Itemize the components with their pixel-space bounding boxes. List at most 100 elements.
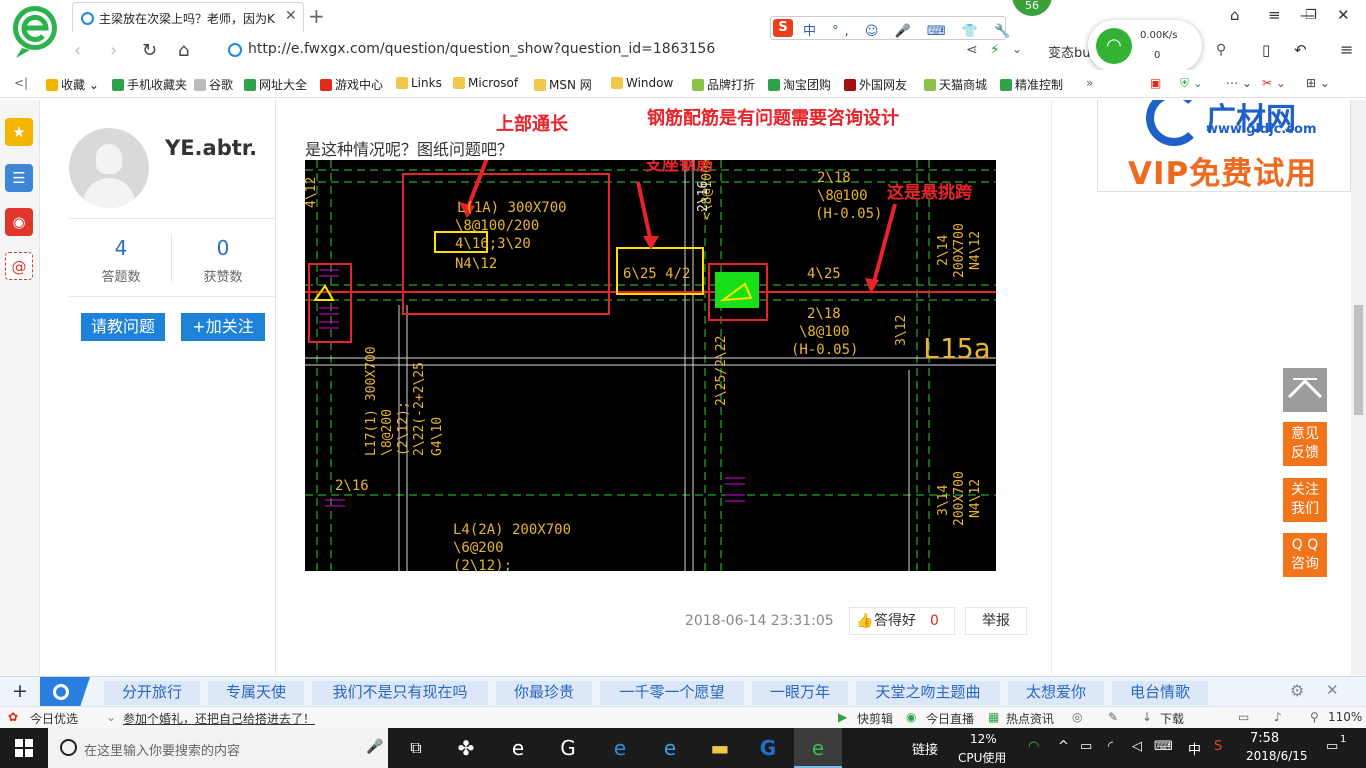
more-menu-icon[interactable]: ≡	[1340, 40, 1353, 59]
scrollbar-thumb[interactable]	[1354, 305, 1363, 415]
qq-consult-button[interactable]: Q Q 咨询	[1283, 533, 1327, 577]
url-text[interactable]: http://e.fwxgx.com/question/question_sho…	[248, 41, 715, 57]
microphone-icon[interactable]: 🎤	[366, 739, 383, 755]
hot-word[interactable]: 电台情歌	[1112, 681, 1208, 705]
news[interactable]: 热点资讯	[1006, 710, 1054, 727]
taskbar-search[interactable]: 在这里输入你要搜索的内容 🎤	[48, 728, 388, 768]
extension-icon[interactable]: ▣	[1150, 76, 1161, 90]
bookmark-item[interactable]: 淘宝团购	[768, 76, 831, 93]
likes-count[interactable]: 0	[173, 236, 273, 260]
chevron-up-icon[interactable]: ^	[1058, 739, 1069, 754]
bookmark-item[interactable]: 天猫商城	[924, 76, 987, 93]
share-icon[interactable]: ⋖	[966, 42, 978, 58]
reading-list-icon[interactable]: ☰	[5, 164, 33, 192]
ad-banner[interactable]: 广材网 www.gldjc.com VIP免费试用	[1097, 100, 1351, 192]
bookmark-item[interactable]: 精准控制	[1000, 76, 1063, 93]
edge-e-icon[interactable]: e	[494, 728, 542, 768]
hot-word[interactable]: 一眼万年	[752, 681, 848, 705]
search-icon[interactable]: ⚲	[1216, 42, 1226, 58]
bookmark-item[interactable]: 谷歌	[194, 76, 233, 93]
search-engine-text[interactable]: 变态bu	[1048, 42, 1091, 61]
avatar[interactable]	[69, 128, 149, 208]
bookmark-item[interactable]: MSN 网	[534, 76, 592, 93]
menu-icon[interactable]: ≡	[1268, 6, 1281, 24]
window-icon[interactable]: ▭	[1238, 710, 1249, 724]
ime-indicator[interactable]: 中	[1188, 739, 1201, 758]
wifi-tray-icon[interactable]: ◠	[1028, 739, 1039, 754]
favorites-star-icon[interactable]: ★	[5, 118, 33, 146]
answers-count[interactable]: 4	[71, 236, 171, 260]
dots-icon[interactable]: ⋯ ⌄	[1226, 76, 1252, 90]
volume-icon[interactable]: ♪	[1274, 710, 1282, 724]
chevron-down-icon[interactable]: ⌄	[1012, 42, 1022, 56]
bookmark-item[interactable]: Window	[611, 76, 673, 90]
bookmarks-more-icon[interactable]: »	[1086, 76, 1093, 90]
grid-icon[interactable]: ⊞ ⌄	[1306, 76, 1330, 90]
brush-icon[interactable]: ✎	[1108, 710, 1118, 724]
refresh-icon[interactable]: ↻	[142, 40, 157, 61]
scissors-icon[interactable]: ✂ ⌄	[1262, 76, 1286, 90]
add-icon[interactable]: +	[12, 680, 28, 702]
undo-icon[interactable]: ↶	[1294, 41, 1307, 59]
bookmark-item[interactable]: 收藏 ⌄	[46, 76, 99, 93]
zoom-level[interactable]: 110%	[1328, 710, 1362, 724]
chevron-down-icon[interactable]: ⌄	[106, 710, 116, 724]
quick-cut[interactable]: 快剪辑	[857, 710, 893, 727]
bookmark-item[interactable]: 游戏中心	[320, 76, 383, 93]
sogou-tray-icon[interactable]: S	[1214, 739, 1222, 754]
browser-taskbar-icon[interactable]: e	[794, 728, 842, 768]
network-speed-widget[interactable]: ◠ 0.00K/s 0	[1088, 20, 1202, 72]
network-icon[interactable]: ◜	[1108, 739, 1113, 754]
browser-tab[interactable]: 主梁放在次梁上吗？老师，因为K ✕	[72, 2, 304, 32]
edge-icon[interactable]: e	[596, 728, 644, 768]
cad-drawing-image[interactable]: L(1A) 300X700 \8@100/200 4\16;3\20 N4\12…	[305, 160, 996, 571]
clock-time[interactable]: 7:58	[1250, 731, 1279, 746]
shield-icon[interactable]: ⛨ ⌄	[1180, 76, 1203, 91]
good-answer-button[interactable]: 👍 答得好 0	[849, 607, 955, 635]
follow-us-button[interactable]: 关注 我们	[1283, 478, 1327, 522]
ie-icon[interactable]: e	[646, 728, 694, 768]
bookmark-item[interactable]: Microsof	[453, 76, 518, 90]
phone-icon[interactable]: ▯	[1262, 41, 1270, 59]
lightning-icon[interactable]: ⚡	[990, 42, 1000, 58]
battery-icon[interactable]: ▭	[1080, 739, 1092, 754]
hot-word[interactable]: 一千零一个愿望	[600, 681, 744, 705]
file-explorer-icon[interactable]: ▬	[696, 728, 744, 768]
weibo-icon[interactable]: ◉	[5, 208, 33, 236]
today-pick[interactable]: 今日优选	[30, 710, 78, 727]
settings-gear-icon[interactable]: ⚙	[1290, 681, 1304, 700]
speed-icon[interactable]: ◎	[1072, 710, 1082, 724]
notification-center-icon[interactable]: ▭	[1326, 739, 1338, 754]
hot-word[interactable]: 太想爱你	[1008, 681, 1104, 705]
bookmark-item[interactable]: 手机收藏夹	[112, 76, 187, 93]
bookmark-item[interactable]: Links	[396, 76, 442, 90]
hot-word[interactable]: 专属天使	[208, 681, 304, 705]
back-to-top-button[interactable]	[1283, 368, 1327, 413]
report-button[interactable]: 举报	[965, 607, 1027, 635]
spiral-app-icon[interactable]: G	[544, 728, 592, 768]
keyboard-icon[interactable]: ⌨	[1154, 739, 1173, 754]
page-scrollbar[interactable]	[1351, 100, 1366, 675]
download[interactable]: 下载	[1160, 710, 1184, 727]
ime-toolbar[interactable]: S 中 °, ☺ 🎤 ⌨ 👕 🔧	[770, 16, 1010, 40]
live[interactable]: 今日直播	[926, 710, 974, 727]
shirt-skin-icon[interactable]: ⌂	[1230, 6, 1240, 24]
home-icon[interactable]: ⌂	[178, 40, 189, 61]
speaker-icon[interactable]: ◁	[1132, 739, 1142, 754]
hot-word[interactable]: 你最珍贵	[496, 681, 592, 705]
feedback-button[interactable]: 意见 反馈	[1283, 422, 1327, 466]
tab-close-icon[interactable]: ✕	[285, 8, 297, 24]
bookmarks-collapse-icon[interactable]: <|	[14, 76, 28, 90]
search-button[interactable]	[40, 677, 90, 707]
follow-button[interactable]: +加关注	[181, 313, 265, 341]
ask-question-button[interactable]: 请教问题	[81, 313, 165, 341]
hot-word[interactable]: 我们不是只有现在吗	[312, 681, 488, 705]
close-icon[interactable]: ✕	[1326, 681, 1339, 699]
address-bar[interactable]: http://e.fwxgx.com/question/question_sho…	[220, 38, 1040, 64]
username[interactable]: YE.abtr.	[165, 136, 257, 160]
hot-word[interactable]: 分开旅行	[104, 681, 200, 705]
new-tab-plus-icon[interactable]: +	[308, 4, 325, 28]
bookmark-item[interactable]: 品牌打折	[692, 76, 755, 93]
forward-icon[interactable]: ›	[110, 40, 117, 61]
glodon-icon[interactable]: G	[744, 728, 792, 768]
